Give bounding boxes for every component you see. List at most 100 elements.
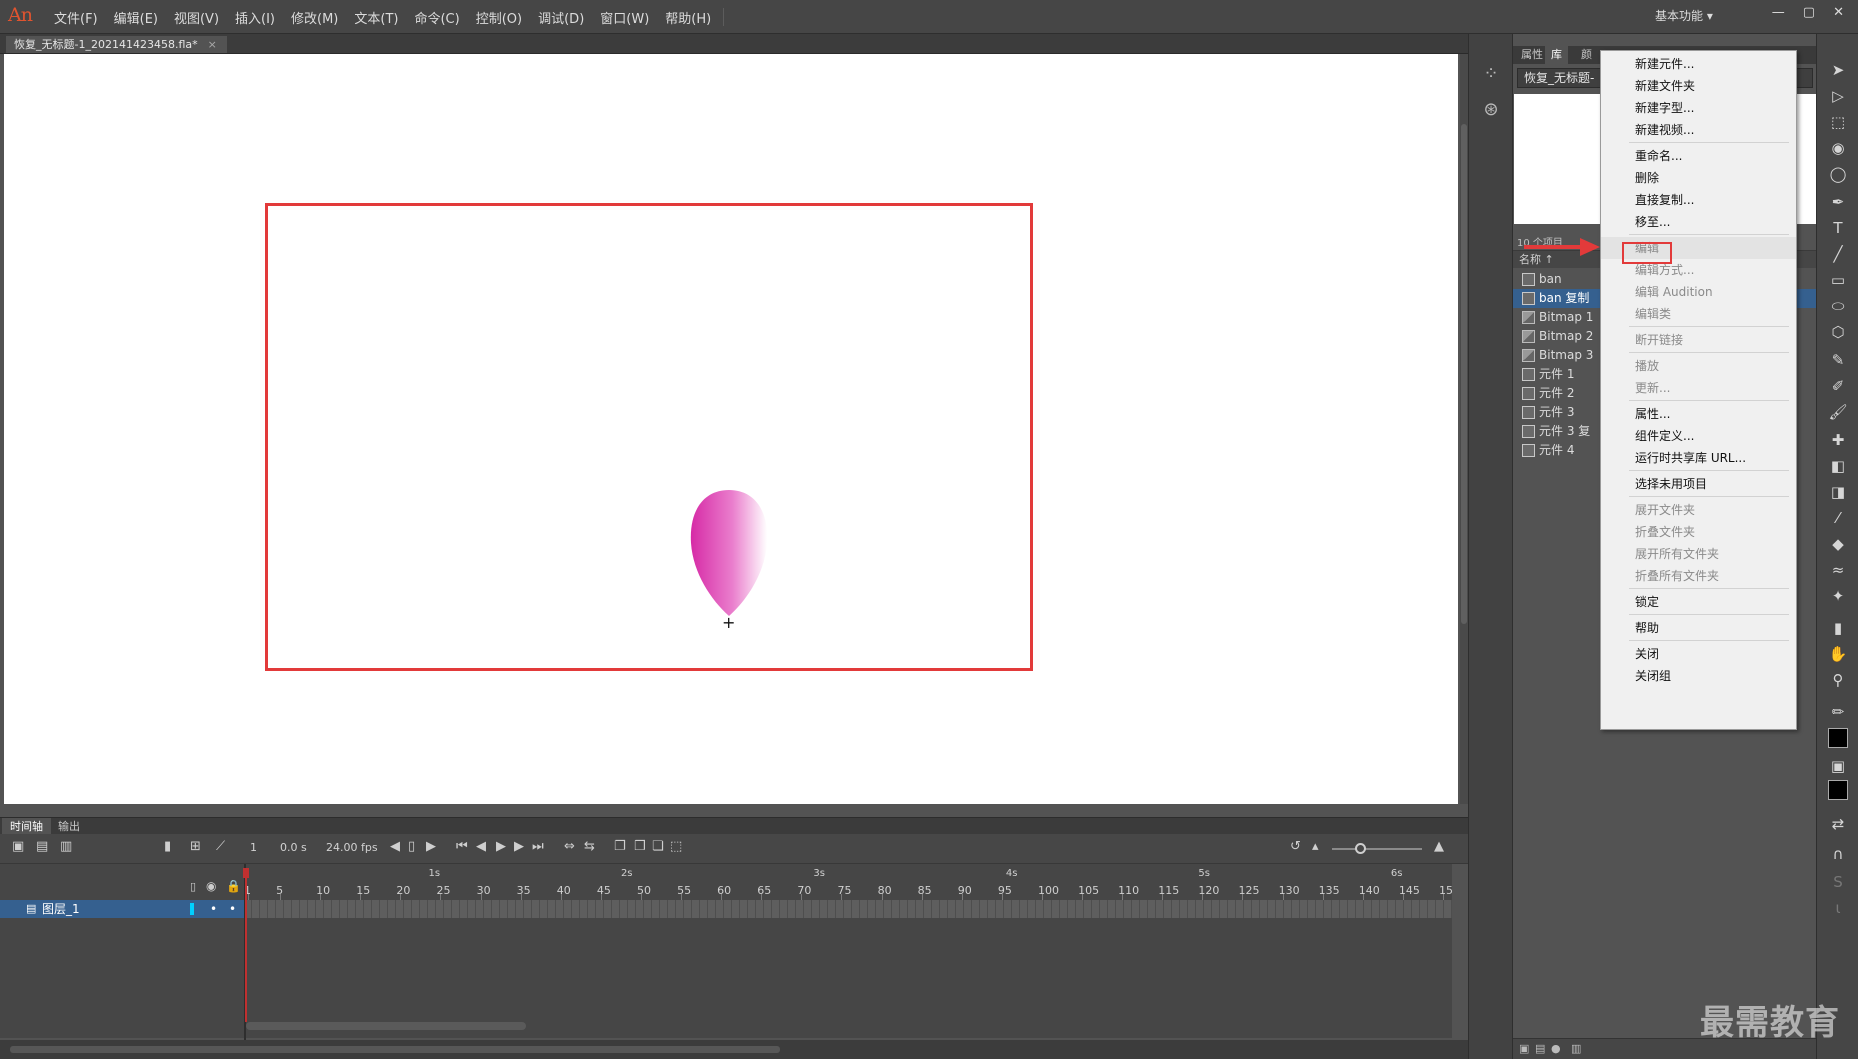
frame-zoom-knob[interactable] (1355, 843, 1366, 854)
context-menu-item[interactable]: 新建字型... (1601, 97, 1796, 119)
petal-shape[interactable] (689, 488, 769, 618)
prev-frame-icon[interactable]: ◀ (476, 839, 486, 854)
context-menu-item[interactable]: 移至... (1601, 211, 1796, 233)
center-frame-icon[interactable]: ▯ (408, 839, 415, 854)
maximize-icon[interactable]: ▢ (1803, 5, 1815, 20)
cc-libraries-icon[interactable]: ⊛ (1477, 96, 1505, 124)
onion-outline-icon[interactable]: ❒ (634, 839, 646, 854)
menu-item[interactable]: 窗口(W) (592, 8, 657, 27)
snap-magnet-icon[interactable]: ∩ (1824, 842, 1852, 866)
motion-presets-icon[interactable]: ⁘ (1477, 60, 1505, 88)
expand-frames-icon[interactable]: ▲ (1434, 839, 1444, 854)
scroll-thumb[interactable] (1461, 124, 1467, 624)
playhead[interactable] (245, 868, 247, 1022)
workspace-switcher[interactable]: 基本功能 ▾ (1655, 7, 1741, 27)
tab-library[interactable]: 库 (1545, 46, 1568, 64)
next-frame-icon[interactable]: ▶ (514, 839, 524, 854)
go-last-frame-icon[interactable]: ⏭ (532, 839, 544, 854)
layer-row[interactable]: ▤ 图层_1 • • (0, 900, 244, 918)
context-menu-item[interactable]: 删除 (1601, 167, 1796, 189)
fill-color-icon[interactable]: ▣ (1824, 754, 1852, 778)
new-symbol-icon[interactable]: ▣ (1519, 1042, 1529, 1055)
ink-bottle-icon[interactable]: ◨ (1824, 480, 1852, 504)
context-menu-item[interactable]: 关闭组 (1601, 665, 1796, 687)
line-tool-icon[interactable]: ╱ (1824, 242, 1852, 266)
shrink-frames-icon[interactable]: ▴ (1312, 839, 1319, 854)
camera-layer-icon[interactable]: ▮ (164, 839, 171, 854)
context-menu-item[interactable]: 锁定 (1601, 591, 1796, 613)
current-time[interactable]: 0.0 s (280, 841, 307, 854)
edit-multiple-icon[interactable]: ❏ (652, 839, 664, 854)
menu-item[interactable]: 修改(M) (283, 8, 346, 27)
menu-item[interactable]: 命令(C) (406, 8, 467, 27)
context-menu-item[interactable]: 选择未用项目 (1601, 473, 1796, 495)
context-menu-item[interactable]: 直接复制... (1601, 189, 1796, 211)
context-menu-item[interactable]: 新建视频... (1601, 119, 1796, 141)
context-menu-item[interactable]: 组件定义... (1601, 425, 1796, 447)
new-folder-icon[interactable]: ▤ (1535, 1042, 1545, 1055)
current-frame[interactable]: 1 (250, 841, 257, 854)
zoom-tool-icon[interactable]: ⚲ (1824, 668, 1852, 692)
fill-color-swatch[interactable] (1828, 780, 1848, 800)
rectangle-tool-icon[interactable]: ▭ (1824, 268, 1852, 292)
menu-item[interactable]: 文本(T) (346, 8, 406, 27)
parent-layer-icon[interactable]: ⊞ (190, 839, 201, 854)
oval-tool-icon[interactable]: ⬭ (1824, 294, 1852, 318)
context-menu-item[interactable]: 帮助 (1601, 617, 1796, 639)
menu-item[interactable]: 插入(I) (227, 8, 283, 27)
menu-item[interactable]: 文件(F) (46, 8, 106, 27)
step-forward-icon[interactable]: ▶ (426, 839, 436, 854)
context-menu-item[interactable]: 新建元件... (1601, 53, 1796, 75)
bottom-scrollbar[interactable] (0, 1040, 1468, 1059)
camera-icon[interactable]: ▮ (1824, 616, 1852, 640)
timeline-horizontal-scrollbar[interactable] (246, 1022, 526, 1030)
pencil-tool-icon[interactable]: ✎ (1824, 348, 1852, 372)
context-menu-item[interactable]: 新建文件夹 (1601, 75, 1796, 97)
eye-icon[interactable]: ◉ (206, 879, 216, 893)
loop-icon[interactable]: ⇔ (564, 839, 575, 854)
menu-item[interactable]: 调试(D) (530, 8, 592, 27)
pen-tool-icon[interactable]: ✒ (1824, 190, 1852, 214)
straighten-icon[interactable]: ι (1824, 896, 1852, 920)
step-back-icon[interactable]: ◀ (390, 839, 400, 854)
modify-markers-icon[interactable]: ⬚ (670, 839, 682, 854)
menu-item[interactable]: 帮助(H) (657, 8, 719, 27)
go-first-frame-icon[interactable]: ⏮ (456, 839, 468, 854)
context-menu-item[interactable]: 关闭 (1601, 643, 1796, 665)
layer-lock-dot[interactable]: • (229, 900, 236, 918)
tab-output[interactable]: 输出 (50, 818, 88, 835)
delete-layer-icon[interactable]: ▥ (60, 839, 72, 854)
menu-item[interactable]: 编辑(E) (106, 8, 166, 27)
delete-icon[interactable]: ▥ (1571, 1042, 1581, 1055)
lasso-icon[interactable]: ◯ (1824, 162, 1852, 186)
stroke-color-swatch[interactable] (1828, 728, 1848, 748)
text-tool-icon[interactable]: T (1824, 216, 1852, 240)
menu-item[interactable]: 控制(O) (468, 8, 530, 27)
context-menu-item[interactable]: 运行时共享库 URL... (1601, 447, 1796, 469)
close-icon[interactable]: ✕ (1833, 5, 1844, 20)
menu-item[interactable]: 视图(V) (166, 8, 227, 27)
layer-name[interactable]: 图层_1 (42, 900, 80, 918)
brush-tool-icon[interactable]: 🖌 (1824, 400, 1852, 424)
close-tab-icon[interactable]: × (208, 38, 217, 51)
layer-visible-dot[interactable]: • (210, 900, 217, 918)
frame-ruler[interactable]: 1 5 10 15 20 25 30 35 40 45 50 55 60 65 70 75 80 85 90 95 10… (244, 864, 1453, 900)
stage[interactable]: + (4, 54, 1458, 804)
minimize-icon[interactable]: — (1772, 5, 1785, 20)
tab-color[interactable]: 颜 (1575, 46, 1598, 64)
swap-colors-icon[interactable]: ⇄ (1824, 812, 1852, 836)
subselection-tool-icon[interactable]: ▷ (1824, 84, 1852, 108)
free-transform-icon[interactable]: ⬚ (1824, 110, 1852, 134)
new-layer-icon[interactable]: ▣ (12, 839, 24, 854)
stroke-color-icon[interactable]: ✏ (1824, 700, 1852, 724)
stage-vertical-scrollbar[interactable] (1460, 54, 1468, 804)
width-tool-icon[interactable]: ≈ (1824, 558, 1852, 582)
tab-timeline[interactable]: 时间轴 (2, 818, 51, 835)
outline-toggle-icon[interactable]: ▯ (190, 880, 196, 893)
properties-icon[interactable]: ● (1551, 1042, 1561, 1055)
hand-tool-icon[interactable]: ✋ (1824, 642, 1852, 666)
context-menu-item[interactable]: 属性... (1601, 403, 1796, 425)
eraser-icon[interactable]: ◆ (1824, 532, 1852, 556)
play-icon[interactable]: ▶ (496, 839, 506, 854)
selection-tool-icon[interactable]: ➤ (1824, 58, 1852, 82)
